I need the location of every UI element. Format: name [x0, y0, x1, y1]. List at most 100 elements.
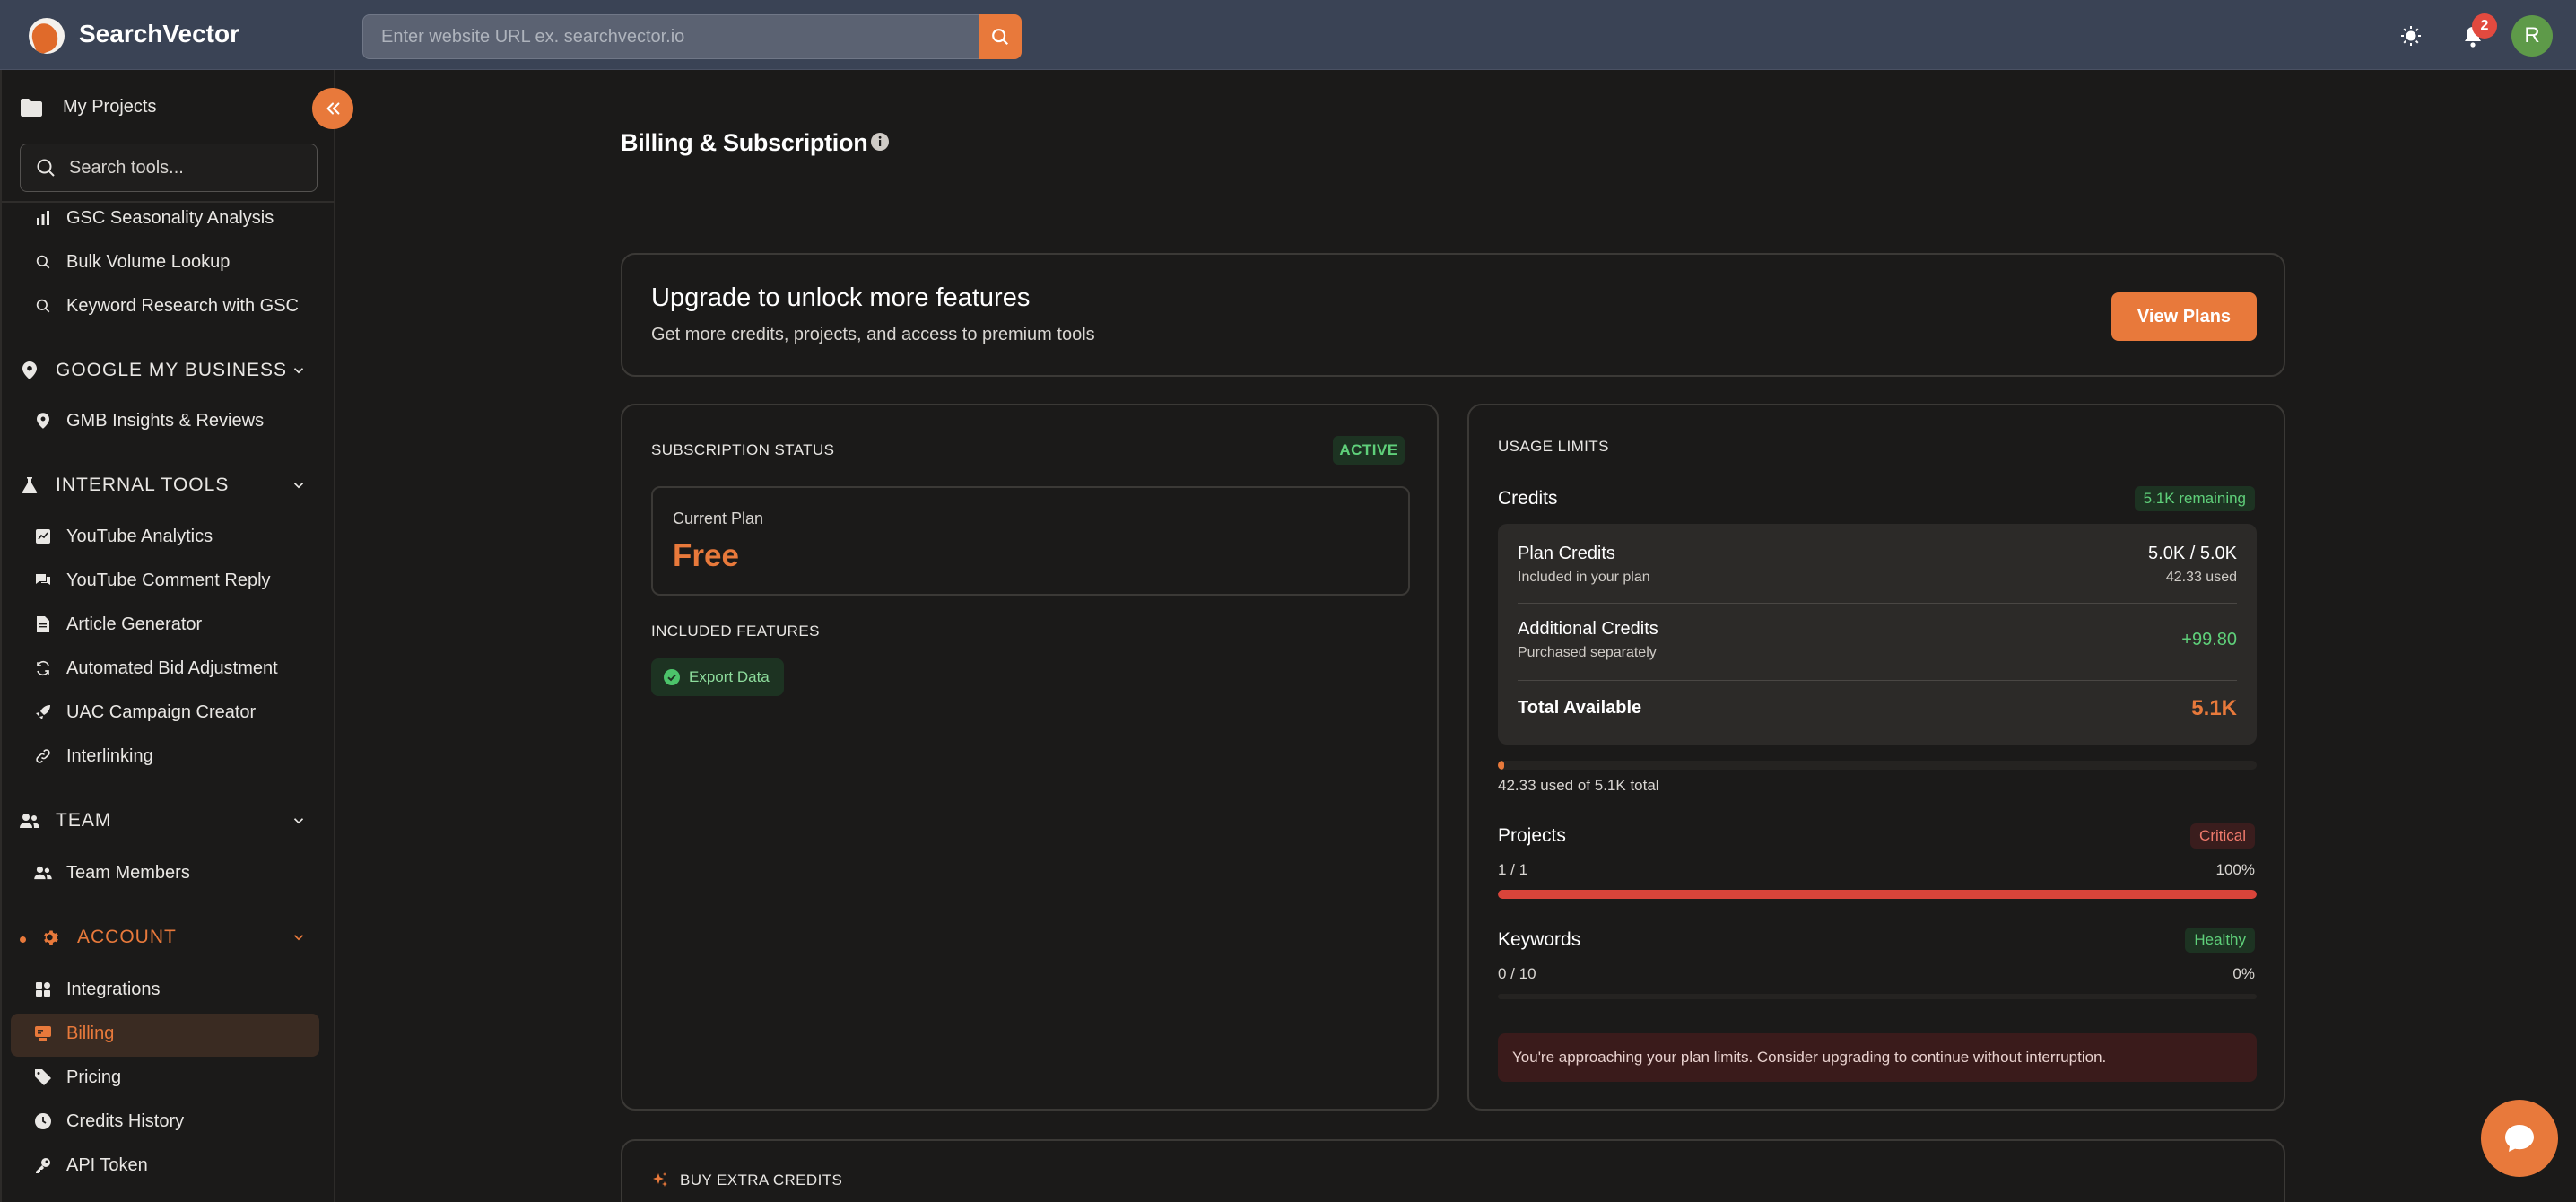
- url-search-button[interactable]: [979, 14, 1022, 59]
- chevron-down-icon: [293, 483, 304, 489]
- feature-chip: Export Data: [651, 658, 784, 696]
- folder-icon: [21, 98, 42, 117]
- section-google-my-business[interactable]: GOOGLE MY BUSINESS: [20, 355, 307, 386]
- keywords-progress-bar: [1498, 994, 2257, 999]
- sidebar-item-api-token[interactable]: API Token: [34, 1152, 148, 1179]
- flask-icon: [22, 477, 38, 493]
- sidebar-item-billing[interactable]: Billing: [34, 1020, 114, 1047]
- sidebar: My Projects GSC Seasonality Analysis Bul…: [0, 70, 353, 1202]
- projects-count: 1 / 1: [1498, 861, 1528, 878]
- section-account[interactable]: ACCOUNT: [41, 922, 307, 953]
- sidebar-item-credits-history[interactable]: Credits History: [34, 1108, 184, 1135]
- sidebar-item-label: Pricing: [66, 1067, 122, 1087]
- sidebar-item-team-members[interactable]: Team Members: [34, 859, 190, 886]
- sidebar-item-label: YouTube Analytics: [66, 526, 213, 546]
- sidebar-item-keyword-research[interactable]: Keyword Research with GSC: [34, 292, 299, 319]
- plan-limit-warning: You're approaching your plan limits. Con…: [1498, 1033, 2257, 1082]
- avatar[interactable]: R: [2511, 15, 2553, 57]
- feature-label: Export Data: [689, 668, 770, 685]
- chevron-down-icon: [293, 935, 304, 941]
- sidebar-item-youtube-analytics[interactable]: YouTube Analytics: [34, 523, 213, 550]
- link-icon: [36, 749, 50, 763]
- sidebar-item-gmb-insights[interactable]: GMB Insights & Reviews: [34, 407, 264, 434]
- credits-breakdown: Plan Credits Included in your plan 5.0K …: [1498, 524, 2257, 745]
- tools-search-input[interactable]: [69, 144, 311, 191]
- sidebar-divider: [2, 201, 335, 203]
- plan-credits-used: 42.33 used: [2165, 570, 2237, 585]
- subscription-status-card: SUBSCRIPTION STATUS ACTIVE Current Plan …: [621, 404, 1439, 1111]
- sidebar-item-label: API Token: [66, 1154, 148, 1175]
- projects-percent: 100%: [2215, 861, 2255, 878]
- chat-icon: [2505, 1125, 2534, 1152]
- chevron-down-icon: [293, 368, 304, 374]
- section-internal-tools[interactable]: INTERNAL TOOLS: [20, 470, 307, 501]
- section-title: ACCOUNT: [77, 927, 177, 947]
- section-team[interactable]: TEAM: [20, 806, 307, 836]
- top-bar: SearchVector 2 R: [0, 0, 2576, 70]
- chat-support-button[interactable]: [2481, 1100, 2558, 1177]
- gear-icon: [44, 930, 58, 945]
- credits-progress-bar: [1498, 761, 2257, 770]
- section-title: TEAM: [56, 810, 112, 831]
- plan-credits-value: 5.0K / 5.0K: [2148, 544, 2237, 563]
- total-available-label: Total Available: [1518, 698, 1642, 718]
- sidebar-item-automated-bid[interactable]: Automated Bid Adjustment: [34, 655, 278, 682]
- upgrade-subtitle: Get more credits, projects, and access t…: [651, 325, 1095, 344]
- active-section-indicator: [20, 936, 26, 943]
- sidebar-item-label: Interlinking: [66, 745, 153, 766]
- keywords-count: 0 / 10: [1498, 965, 1536, 982]
- sidebar-item-bulk-volume[interactable]: Bulk Volume Lookup: [34, 248, 230, 275]
- included-features-label: INCLUDED FEATURES: [651, 623, 820, 640]
- my-projects-label: My Projects: [63, 97, 157, 117]
- website-url-input[interactable]: [362, 14, 979, 59]
- tag-icon: [35, 1069, 51, 1085]
- breakdown-divider: [1518, 603, 2237, 604]
- current-plan-label: Current Plan: [673, 510, 764, 527]
- credits-usage-text: 42.33 used of 5.1K total: [1498, 777, 1659, 794]
- info-icon[interactable]: [870, 132, 890, 152]
- sidebar-item-pricing[interactable]: Pricing: [34, 1064, 121, 1091]
- notification-badge: 2: [2472, 13, 2497, 39]
- subscription-status-label: SUBSCRIPTION STATUS: [651, 441, 835, 458]
- sidebar-item-youtube-comment-reply[interactable]: YouTube Comment Reply: [34, 567, 271, 594]
- sidebar-item-interlinking[interactable]: Interlinking: [34, 743, 153, 770]
- usage-limits-card: USAGE LIMITS Credits 5.1K remaining Plan…: [1467, 404, 2285, 1111]
- app-name[interactable]: SearchVector: [79, 20, 239, 48]
- section-title: GOOGLE MY BUSINESS: [56, 360, 288, 380]
- logo-icon[interactable]: [29, 18, 65, 54]
- search-icon: [992, 29, 1009, 46]
- plan-credits-label: Plan Credits: [1518, 544, 1615, 563]
- page-title: Billing & Subscription: [621, 129, 868, 156]
- key-icon: [36, 1158, 50, 1173]
- total-available-value: 5.1K: [2191, 696, 2237, 720]
- keywords-label: Keywords: [1498, 929, 1581, 950]
- view-plans-button[interactable]: View Plans: [2111, 292, 2257, 341]
- breakdown-divider: [1518, 680, 2237, 681]
- sidebar-item-label: Article Generator: [66, 614, 203, 634]
- sidebar-item-integrations[interactable]: Integrations: [34, 976, 161, 1003]
- status-badge: ACTIVE: [1333, 436, 1405, 465]
- sidebar-item-uac-campaign[interactable]: UAC Campaign Creator: [34, 699, 256, 726]
- map-pin-icon: [22, 361, 37, 379]
- plan-credits-row: Plan Credits Included in your plan 5.0K …: [1518, 544, 2237, 586]
- bar-chart-icon: [37, 211, 49, 225]
- sidebar-item-label: Team Members: [66, 862, 190, 883]
- current-plan-name: Free: [673, 538, 739, 573]
- theme-toggle-button[interactable]: [2397, 22, 2425, 50]
- credits-remaining-badge: 5.1K remaining: [2134, 486, 2255, 511]
- sidebar-item-article-generator[interactable]: Article Generator: [34, 611, 202, 638]
- sidebar-item-label: GSC Seasonality Analysis: [66, 207, 274, 228]
- users-icon: [20, 814, 39, 828]
- sun-icon: [2401, 26, 2421, 46]
- projects-progress-bar: [1498, 890, 2257, 899]
- analytics-icon: [36, 529, 50, 544]
- map-pin-icon: [37, 413, 49, 429]
- buy-credits-title: BUY EXTRA CREDITS: [680, 1172, 843, 1189]
- search-icon: [36, 255, 50, 269]
- additional-credits-sub: Purchased separately: [1518, 645, 1657, 660]
- collapse-sidebar-button[interactable]: [312, 88, 353, 129]
- sidebar-item-label: Credits History: [66, 1111, 185, 1131]
- sidebar-item-gsc-seasonality[interactable]: GSC Seasonality Analysis: [34, 205, 274, 231]
- chevrons-left-icon: [326, 102, 340, 115]
- my-projects-link[interactable]: My Projects: [20, 97, 156, 118]
